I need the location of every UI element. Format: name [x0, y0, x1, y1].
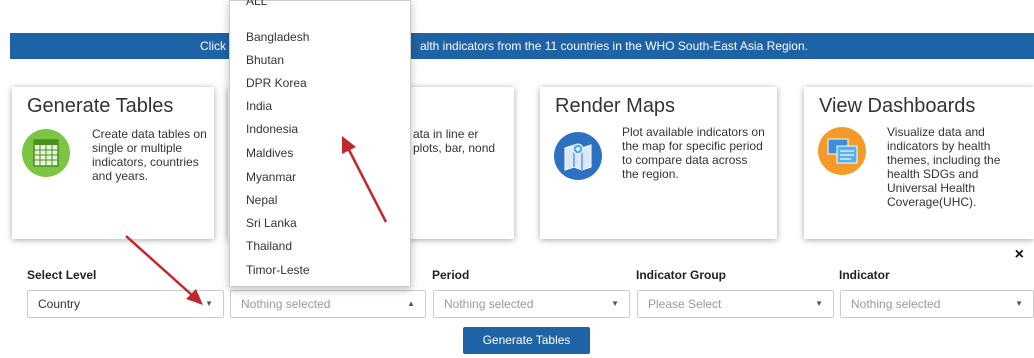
dropdown-option-all[interactable]: ALL: [246, 0, 267, 8]
dropdown-option[interactable]: Sri Lanka: [246, 216, 297, 230]
map-icon: [554, 132, 602, 180]
country-dropdown-menu: ALL Bangladesh Bhutan DPR Korea India In…: [229, 0, 411, 287]
country-select-placeholder: Nothing selected: [241, 297, 331, 311]
indicator-select-placeholder: Nothing selected: [851, 297, 941, 311]
caret-up-icon: ▲: [407, 299, 415, 308]
caret-down-icon: ▼: [1015, 299, 1023, 308]
indicator-group-select[interactable]: Please Select ▼: [637, 290, 834, 318]
info-banner: Click alth indicators from the 11 countr…: [10, 33, 1034, 59]
select-level-label: Select Level: [27, 268, 97, 282]
card-description: Plot available indicators on the map for…: [622, 125, 765, 181]
dashboard-icon: [818, 127, 866, 175]
card-description: Create data tables on single or multiple…: [92, 127, 207, 183]
period-select[interactable]: Nothing selected ▼: [433, 290, 630, 318]
dropdown-option[interactable]: Bhutan: [246, 53, 284, 67]
caret-down-icon: ▼: [611, 299, 619, 308]
card-title: Generate Tables: [27, 95, 174, 117]
dropdown-option[interactable]: India: [246, 99, 272, 113]
card-title: View Dashboards: [819, 95, 976, 117]
card-title: Render Maps: [555, 95, 676, 117]
dropdown-option[interactable]: Bangladesh: [246, 30, 309, 44]
indicator-select[interactable]: Nothing selected ▼: [840, 290, 1034, 318]
dropdown-option[interactable]: Thailand: [246, 239, 292, 253]
table-grid-icon: [22, 129, 70, 177]
caret-down-icon: ▼: [205, 299, 213, 308]
country-select[interactable]: Nothing selected ▲: [230, 290, 426, 318]
card-description: ata in line er plots, bar, nond: [413, 127, 496, 155]
dropdown-option[interactable]: Timor-Leste: [246, 263, 310, 277]
period-label: Period: [432, 268, 470, 282]
level-select[interactable]: Country ▼: [27, 290, 224, 318]
indicator-group-select-placeholder: Please Select: [648, 297, 722, 311]
period-select-placeholder: Nothing selected: [444, 297, 534, 311]
generate-tables-button[interactable]: Generate Tables: [463, 327, 590, 354]
dropdown-option[interactable]: Myanmar: [246, 170, 296, 184]
dropdown-option[interactable]: Nepal: [246, 193, 277, 207]
view-dashboards-card[interactable]: View Dashboards Visualize data and indic…: [804, 87, 1034, 239]
indicator-group-label: Indicator Group: [636, 268, 726, 282]
banner-text-right: alth indicators from the 11 countries in…: [420, 39, 808, 53]
dropdown-option[interactable]: Indonesia: [246, 122, 298, 136]
indicator-label: Indicator: [839, 268, 890, 282]
render-maps-card[interactable]: Render Maps Plot available indicators on…: [540, 87, 777, 239]
caret-down-icon: ▼: [815, 299, 823, 308]
dropdown-option[interactable]: DPR Korea: [246, 76, 307, 90]
close-icon[interactable]: ×: [1015, 246, 1024, 264]
level-select-value: Country: [38, 297, 81, 311]
dropdown-option[interactable]: Maldives: [246, 146, 293, 160]
card-description: Visualize data and indicators by health …: [887, 125, 1001, 209]
generate-tables-card[interactable]: Generate Tables Create data tables on si…: [12, 87, 214, 239]
banner-text-left: Click: [200, 39, 226, 53]
